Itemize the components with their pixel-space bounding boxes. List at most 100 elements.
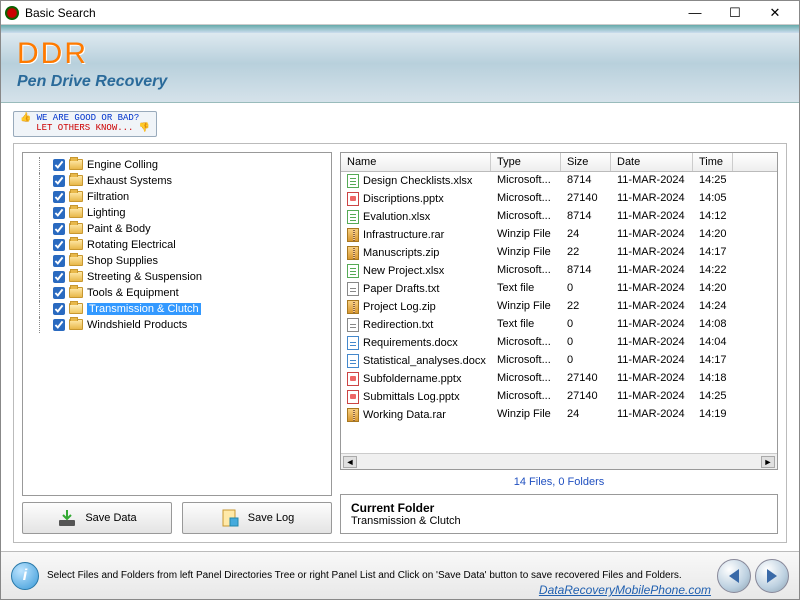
file-time: 14:25 xyxy=(693,173,733,189)
file-name: Submittals Log.pptx xyxy=(341,389,491,405)
tree-label: Lighting xyxy=(87,207,126,219)
tree-label: Streeting & Suspension xyxy=(87,271,202,283)
file-row[interactable]: Working Data.rarWinzip File2411-MAR-2024… xyxy=(341,406,777,424)
file-type: Winzip File xyxy=(491,299,561,315)
txt-icon xyxy=(347,318,359,332)
tree-item[interactable]: Exhaust Systems xyxy=(25,173,329,189)
file-row[interactable]: Subfoldername.pptxMicrosoft...2714011-MA… xyxy=(341,370,777,388)
tree-checkbox[interactable] xyxy=(53,319,65,331)
tree-item[interactable]: Tools & Equipment xyxy=(25,285,329,301)
tree-checkbox[interactable] xyxy=(53,287,65,299)
save-log-label: Save Log xyxy=(248,512,294,524)
docx-icon xyxy=(347,336,359,350)
file-date: 11-MAR-2024 xyxy=(611,281,693,297)
tree-checkbox[interactable] xyxy=(53,239,65,251)
minimize-button[interactable]: — xyxy=(675,2,715,24)
file-size: 27140 xyxy=(561,371,611,387)
file-row[interactable]: Manuscripts.zipWinzip File2211-MAR-20241… xyxy=(341,244,777,262)
tree-checkbox[interactable] xyxy=(53,255,65,267)
tree-checkbox[interactable] xyxy=(53,159,65,171)
forward-icon xyxy=(767,569,777,583)
tree-item[interactable]: Shop Supplies xyxy=(25,253,329,269)
file-row[interactable]: Evalution.xlsxMicrosoft...871411-MAR-202… xyxy=(341,208,777,226)
zip-icon xyxy=(347,228,359,242)
file-row[interactable]: Paper Drafts.txtText file011-MAR-202414:… xyxy=(341,280,777,298)
tree-checkbox[interactable] xyxy=(53,223,65,235)
col-date[interactable]: Date xyxy=(611,153,693,171)
footer-link[interactable]: DataRecoveryMobilePhone.com xyxy=(539,583,711,597)
file-row[interactable]: New Project.xlsxMicrosoft...871411-MAR-2… xyxy=(341,262,777,280)
current-folder-title: Current Folder xyxy=(351,501,767,515)
folder-tree[interactable]: Engine CollingExhaust SystemsFiltration L… xyxy=(22,152,332,496)
close-button[interactable]: ✕ xyxy=(755,2,795,24)
tree-checkbox[interactable] xyxy=(53,175,65,187)
tree-item[interactable]: Windshield Products xyxy=(25,317,329,333)
col-time[interactable]: Time xyxy=(693,153,733,171)
folder-icon xyxy=(69,271,83,282)
file-row[interactable]: Discriptions.pptxMicrosoft...2714011-MAR… xyxy=(341,190,777,208)
file-type: Microsoft... xyxy=(491,371,561,387)
forward-button[interactable] xyxy=(755,559,789,593)
horizontal-scrollbar[interactable]: ◄ ► xyxy=(341,453,777,469)
file-type: Microsoft... xyxy=(491,263,561,279)
file-row[interactable]: Project Log.zipWinzip File2211-MAR-20241… xyxy=(341,298,777,316)
tree-checkbox[interactable] xyxy=(53,207,65,219)
scroll-left-icon[interactable]: ◄ xyxy=(343,456,357,468)
back-button[interactable] xyxy=(717,559,751,593)
col-size[interactable]: Size xyxy=(561,153,611,171)
file-type: Winzip File xyxy=(491,245,561,261)
file-date: 11-MAR-2024 xyxy=(611,209,693,225)
file-row[interactable]: Infrastructure.rarWinzip File2411-MAR-20… xyxy=(341,226,777,244)
xlsx-icon xyxy=(347,210,359,224)
tree-item[interactable]: Streeting & Suspension xyxy=(25,269,329,285)
file-row[interactable]: Submittals Log.pptxMicrosoft...2714011-M… xyxy=(341,388,777,406)
folder-icon xyxy=(69,191,83,202)
tree-checkbox[interactable] xyxy=(53,303,65,315)
content: 👍 WE ARE GOOD OR BAD? LET OTHERS KNOW...… xyxy=(1,103,799,551)
product-name: Pen Drive Recovery xyxy=(17,73,783,91)
file-size: 8714 xyxy=(561,263,611,279)
tree-checkbox[interactable] xyxy=(53,191,65,203)
file-date: 11-MAR-2024 xyxy=(611,317,693,333)
file-row[interactable]: Design Checklists.xlsxMicrosoft...871411… xyxy=(341,172,777,190)
tree-item[interactable]: Filtration xyxy=(25,189,329,205)
folder-icon xyxy=(69,159,83,170)
tree-item[interactable]: Paint & Body xyxy=(25,221,329,237)
zip-icon xyxy=(347,408,359,422)
file-time: 14:08 xyxy=(693,317,733,333)
file-name: Design Checklists.xlsx xyxy=(341,173,491,189)
file-table[interactable]: Name Type Size Date Time Design Checklis… xyxy=(341,153,777,453)
file-row[interactable]: Redirection.txtText file011-MAR-202414:0… xyxy=(341,316,777,334)
col-type[interactable]: Type xyxy=(491,153,561,171)
feedback-banner[interactable]: 👍 WE ARE GOOD OR BAD? LET OTHERS KNOW...… xyxy=(13,111,157,137)
file-size: 22 xyxy=(561,245,611,261)
maximize-button[interactable]: ☐ xyxy=(715,2,755,24)
banner-line2: LET OTHERS KNOW... xyxy=(36,123,133,133)
save-data-button[interactable]: Save Data xyxy=(22,502,172,534)
tree-item[interactable]: Transmission & Clutch xyxy=(25,301,329,317)
file-row[interactable]: Statistical_analyses.docxMicrosoft...011… xyxy=(341,352,777,370)
col-name[interactable]: Name xyxy=(341,153,491,171)
file-type: Text file xyxy=(491,281,561,297)
folder-icon xyxy=(69,303,83,314)
file-size: 0 xyxy=(561,281,611,297)
file-time: 14:24 xyxy=(693,299,733,315)
save-log-button[interactable]: Save Log xyxy=(182,502,332,534)
tree-item[interactable]: Engine Colling xyxy=(25,157,329,173)
tree-checkbox[interactable] xyxy=(53,271,65,283)
file-name: Requirements.docx xyxy=(341,335,491,351)
current-folder-name: Transmission & Clutch xyxy=(351,515,767,527)
right-panel: Name Type Size Date Time Design Checklis… xyxy=(340,152,778,534)
tree-item[interactable]: Rotating Electrical xyxy=(25,237,329,253)
scroll-right-icon[interactable]: ► xyxy=(761,456,775,468)
file-date: 11-MAR-2024 xyxy=(611,227,693,243)
file-date: 11-MAR-2024 xyxy=(611,407,693,423)
file-row[interactable]: Requirements.docxMicrosoft...011-MAR-202… xyxy=(341,334,777,352)
file-name: Subfoldername.pptx xyxy=(341,371,491,387)
file-count-status: 14 Files, 0 Folders xyxy=(340,474,778,490)
panels: Engine CollingExhaust SystemsFiltration L… xyxy=(13,143,787,543)
tree-item[interactable]: Lighting xyxy=(25,205,329,221)
save-log-icon xyxy=(220,508,240,528)
file-name: Statistical_analyses.docx xyxy=(341,353,491,369)
folder-icon xyxy=(69,319,83,330)
